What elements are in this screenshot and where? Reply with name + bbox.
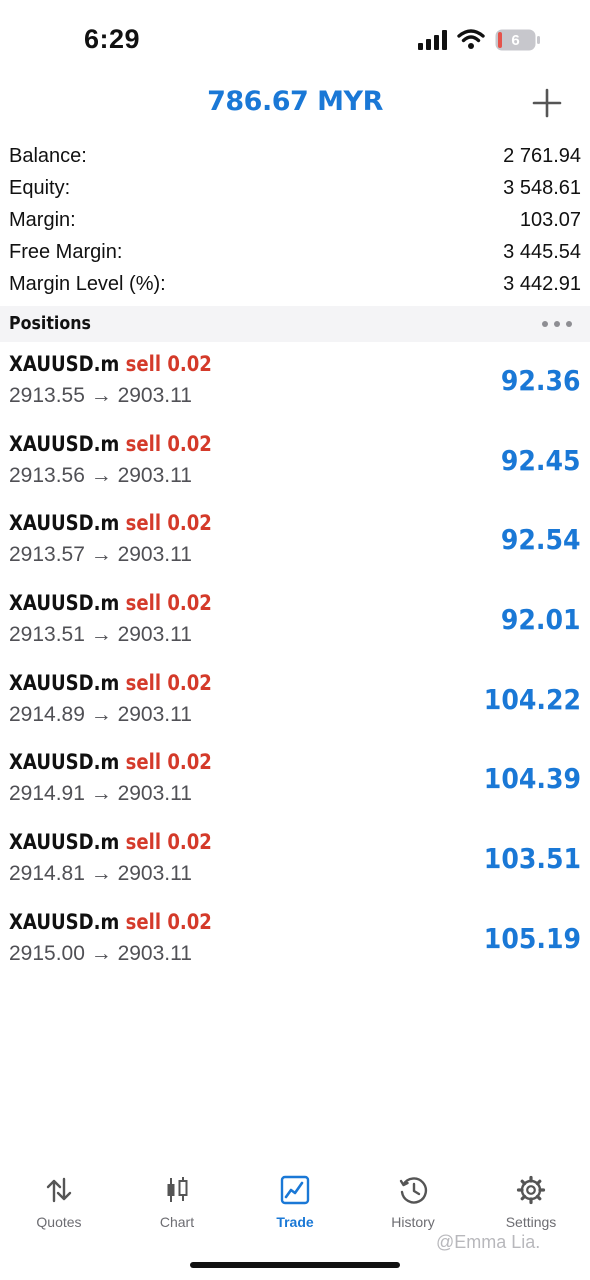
position-prices: 2913.56 → 2903.11: [9, 463, 192, 487]
position-prices: 2914.81 → 2903.11: [9, 862, 192, 886]
cellular-signal-icon: [418, 30, 447, 50]
position-title: XAUUSD.m sell 0.02: [9, 830, 212, 854]
position-symbol: XAUUSD.m: [9, 830, 120, 855]
add-order-button[interactable]: [532, 88, 562, 118]
position-profit: 104.39: [483, 762, 581, 796]
position-title: XAUUSD.m sell 0.02: [9, 591, 212, 615]
position-profit: 104.22: [483, 682, 581, 716]
tab-label: Quotes: [36, 1214, 82, 1230]
more-dots-icon: [554, 321, 560, 327]
position-row[interactable]: XAUUSD.m sell 0.02 2914.91 → 2903.11 104…: [0, 740, 590, 820]
page-title: 786.67 MYR: [207, 86, 383, 117]
summary-value: 3 442.91: [503, 273, 581, 295]
position-side: sell 0.02: [125, 670, 212, 695]
position-row[interactable]: XAUUSD.m sell 0.02 2913.56 → 2903.11 92.…: [0, 422, 590, 502]
position-title: XAUUSD.m sell 0.02: [9, 910, 212, 934]
position-title: XAUUSD.m sell 0.02: [9, 432, 212, 456]
tab-label: Settings: [505, 1214, 557, 1230]
position-profit: 92.36: [501, 364, 581, 397]
positions-list: XAUUSD.m sell 0.02 2913.55 → 2903.11 92.…: [0, 342, 590, 980]
position-prices: 2913.57 → 2903.11: [9, 543, 192, 567]
summary-label: Equity:: [9, 177, 71, 199]
position-side: sell 0.02: [125, 352, 212, 376]
position-symbol: XAUUSD.m: [9, 591, 120, 616]
positions-section-header: Positions: [0, 306, 590, 342]
summary-row-margin-level: Margin Level (%): 3 442.91: [0, 268, 590, 300]
position-prices: 2914.91 → 2903.11: [9, 782, 192, 806]
position-symbol: XAUUSD.m: [9, 909, 120, 934]
summary-label: Margin:: [9, 209, 76, 231]
account-summary: Balance: 2 761.94 Equity: 3 548.61 Margi…: [0, 140, 590, 300]
tab-label: Chart: [159, 1214, 195, 1230]
tab-chart[interactable]: Chart: [118, 1165, 236, 1235]
position-row[interactable]: XAUUSD.m sell 0.02 2915.00 → 2903.11 105…: [0, 900, 590, 980]
more-dots-icon: [566, 321, 572, 327]
summary-label: Margin Level (%):: [9, 273, 166, 295]
position-row[interactable]: XAUUSD.m sell 0.02 2913.51 → 2903.11 92.…: [0, 581, 590, 661]
trade-header: 786.67 MYR: [0, 80, 590, 130]
tab-settings[interactable]: Settings: [472, 1165, 590, 1235]
position-profit: 92.54: [501, 523, 581, 557]
position-title: XAUUSD.m sell 0.02: [9, 352, 212, 376]
tab-label: Trade: [276, 1214, 314, 1230]
gear-icon: [516, 1175, 546, 1205]
summary-label: Balance:: [9, 145, 87, 167]
position-profit: 92.01: [501, 603, 581, 637]
summary-label: Free Margin:: [9, 241, 123, 263]
summary-row-free-margin: Free Margin: 3 445.54: [0, 236, 590, 268]
status-bar: 6:29 6: [0, 0, 590, 80]
summary-value: 3 445.54: [503, 241, 581, 263]
position-row[interactable]: XAUUSD.m sell 0.02 2914.81 → 2903.11 103…: [0, 820, 590, 900]
position-prices: 2914.89 → 2903.11: [9, 702, 192, 726]
position-symbol: XAUUSD.m: [9, 431, 120, 456]
position-profit: 105.19: [483, 921, 581, 955]
position-symbol: XAUUSD.m: [9, 670, 120, 695]
position-title: XAUUSD.m sell 0.02: [9, 750, 212, 774]
position-side: sell 0.02: [125, 750, 212, 775]
summary-value: 2 761.94: [503, 145, 581, 167]
position-prices: 2913.51 → 2903.11: [9, 623, 192, 647]
position-side: sell 0.02: [125, 431, 212, 456]
status-time: 6:29: [84, 24, 141, 54]
tab-history[interactable]: History: [354, 1165, 472, 1235]
tab-trade[interactable]: Trade: [236, 1165, 354, 1235]
battery-level-text: 6: [511, 32, 519, 49]
position-side: sell 0.02: [125, 909, 212, 934]
position-row[interactable]: XAUUSD.m sell 0.02 2913.55 → 2903.11 92.…: [0, 342, 590, 422]
position-side: sell 0.02: [125, 830, 212, 855]
position-profit: 103.51: [483, 842, 581, 876]
position-prices: 2913.55 → 2903.11: [9, 384, 192, 407]
summary-row-balance: Balance: 2 761.94: [0, 140, 590, 172]
position-row[interactable]: XAUUSD.m sell 0.02 2914.89 → 2903.11 104…: [0, 661, 590, 741]
history-clock-icon: [399, 1177, 428, 1204]
battery-icon: 6: [495, 29, 540, 51]
position-symbol: XAUUSD.m: [9, 750, 120, 775]
candlestick-chart-icon: [167, 1177, 188, 1202]
summary-value: 103.07: [519, 209, 581, 231]
home-indicator[interactable]: [190, 1262, 400, 1268]
trade-chart-icon: [280, 1175, 310, 1205]
position-row[interactable]: XAUUSD.m sell 0.02 2913.57 → 2903.11 92.…: [0, 501, 590, 581]
watermark-text: @Emma Lia.: [436, 1232, 541, 1252]
summary-value: 3 548.61: [503, 177, 581, 199]
position-profit: 92.45: [501, 443, 581, 477]
wifi-icon: [457, 29, 485, 49]
more-dots-icon: [542, 321, 548, 327]
more-options-button[interactable]: [542, 319, 574, 329]
quotes-arrows-icon: [46, 1177, 72, 1203]
position-side: sell 0.02: [125, 511, 212, 536]
summary-row-equity: Equity: 3 548.61: [0, 172, 590, 204]
position-title: XAUUSD.m sell 0.02: [9, 511, 212, 535]
position-side: sell 0.02: [125, 591, 212, 616]
tab-label: History: [391, 1214, 435, 1230]
section-title: Positions: [9, 313, 91, 334]
position-symbol: XAUUSD.m: [9, 511, 120, 536]
position-prices: 2915.00 → 2903.11: [9, 941, 192, 965]
position-symbol: XAUUSD.m: [9, 352, 120, 376]
position-title: XAUUSD.m sell 0.02: [9, 671, 212, 695]
summary-row-margin: Margin: 103.07: [0, 204, 590, 236]
tab-quotes[interactable]: Quotes: [0, 1165, 118, 1235]
